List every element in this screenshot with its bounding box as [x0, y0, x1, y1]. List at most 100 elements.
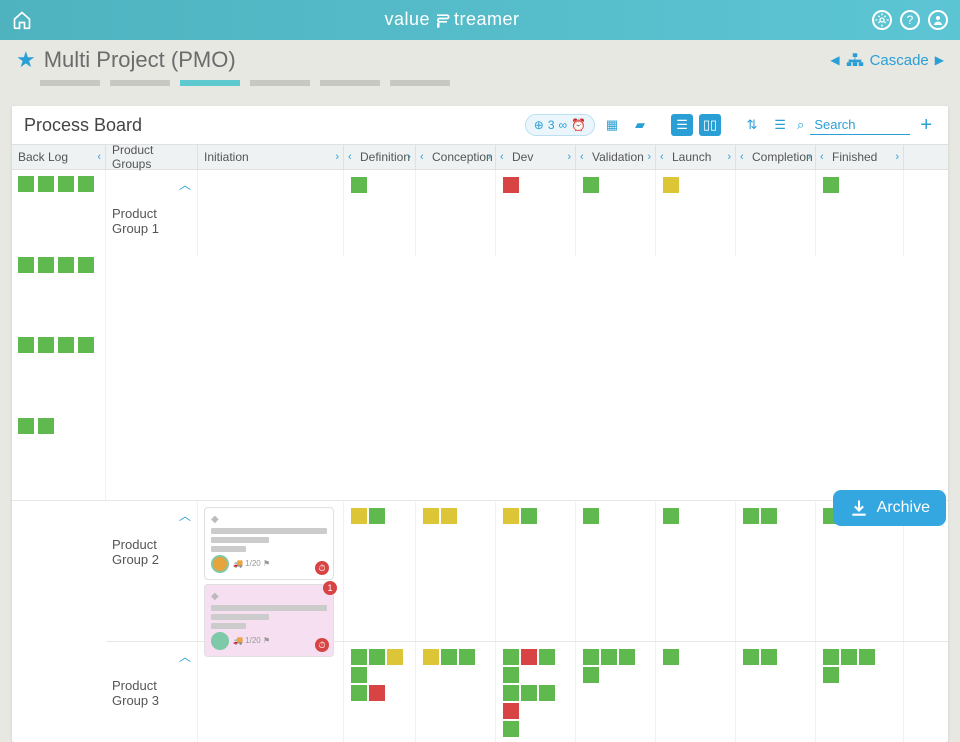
add-button[interactable]: + [916, 114, 936, 137]
settings-icon[interactable] [872, 10, 892, 30]
card-chip[interactable] [619, 649, 635, 665]
cascade-nav[interactable]: ◀ Cascade ▶ [830, 52, 944, 69]
card-chip[interactable] [583, 667, 599, 683]
list-view-icon[interactable]: ☰ [671, 114, 693, 136]
folder-icon[interactable]: ▰ [629, 114, 651, 136]
card-chip[interactable] [521, 685, 537, 701]
backlog-chip[interactable] [78, 337, 94, 353]
column-header[interactable]: ‹Completion› [736, 145, 816, 169]
backlog-chip[interactable] [38, 337, 54, 353]
column-view-icon[interactable]: ▯▯ [699, 114, 721, 136]
card-chip[interactable] [503, 177, 519, 193]
card-chip[interactable] [521, 649, 537, 665]
column-header[interactable]: ‹Dev› [496, 145, 576, 169]
cascade-prev-icon[interactable]: ◀ [830, 53, 839, 67]
card-chip[interactable] [441, 649, 457, 665]
avatar-icon [211, 555, 229, 573]
cascade-next-icon[interactable]: ▶ [935, 53, 944, 67]
card-chip[interactable] [369, 649, 385, 665]
card-chip[interactable] [823, 177, 839, 193]
column-header[interactable]: Back Log‹ [12, 145, 106, 169]
help-icon[interactable]: ? [900, 10, 920, 30]
backlog-chip[interactable] [38, 418, 54, 434]
star-icon[interactable]: ★ [16, 47, 36, 73]
card-chip[interactable] [503, 508, 519, 524]
tab-item[interactable] [390, 80, 450, 86]
backlog-chip[interactable] [18, 418, 34, 434]
card-chip[interactable] [743, 508, 759, 524]
card-chip[interactable] [369, 508, 385, 524]
collapse-icon[interactable]: ︿ [179, 176, 191, 193]
card-chip[interactable] [823, 667, 839, 683]
card-chip[interactable] [423, 649, 439, 665]
tab-item[interactable] [180, 80, 240, 86]
user-icon[interactable] [928, 10, 948, 30]
filter-icon[interactable]: ☰ [769, 114, 791, 136]
card-chip[interactable] [387, 649, 403, 665]
filter-pill[interactable]: ⊕ 3 ∞ ⏰ [525, 114, 595, 136]
column-header[interactable]: ‹Definition› [344, 145, 416, 169]
search-input[interactable] [810, 115, 910, 135]
sort-icon[interactable]: ⇅ [741, 114, 763, 136]
grid-view-icon[interactable]: ▦ [601, 114, 623, 136]
column-header[interactable]: Product Groups [106, 145, 198, 169]
card-chip[interactable] [351, 508, 367, 524]
home-icon[interactable] [12, 10, 32, 30]
backlog-chip[interactable] [58, 337, 74, 353]
backlog-chip[interactable] [58, 176, 74, 192]
column-header[interactable]: ‹Conception› [416, 145, 496, 169]
backlog-chip[interactable] [58, 257, 74, 273]
card-chip[interactable] [761, 508, 777, 524]
card-chip[interactable] [503, 667, 519, 683]
card-chip[interactable] [369, 685, 385, 701]
backlog-chip[interactable] [38, 176, 54, 192]
tab-item[interactable] [320, 80, 380, 86]
column-header[interactable]: ‹Finished› [816, 145, 904, 169]
archive-label: Archive [877, 499, 930, 517]
collapse-icon[interactable]: ︿ [179, 648, 191, 665]
card-chip[interactable] [503, 721, 519, 737]
card-chip[interactable] [583, 508, 599, 524]
card-chip[interactable] [351, 685, 367, 701]
card-chip[interactable] [841, 649, 857, 665]
card-chip[interactable] [351, 667, 367, 683]
card-chip[interactable] [539, 685, 555, 701]
card-chip[interactable] [823, 649, 839, 665]
backlog-chip[interactable] [18, 176, 34, 192]
card-chip[interactable] [351, 649, 367, 665]
column-header[interactable]: ‹Validation› [576, 145, 656, 169]
card-chip[interactable] [503, 685, 519, 701]
backlog-chip[interactable] [18, 257, 34, 273]
tab-item[interactable] [40, 80, 100, 86]
card-chip[interactable] [743, 649, 759, 665]
card-chip[interactable] [423, 508, 439, 524]
tab-item[interactable] [250, 80, 310, 86]
card-chip[interactable] [663, 177, 679, 193]
column-header[interactable]: Initiation› [198, 145, 344, 169]
card-chip[interactable] [441, 508, 457, 524]
card-chip[interactable] [583, 649, 599, 665]
backlog-chip[interactable] [38, 257, 54, 273]
tab-item[interactable] [110, 80, 170, 86]
archive-button[interactable]: Archive [833, 490, 946, 526]
card-chip[interactable] [859, 649, 875, 665]
card-chip[interactable] [601, 649, 617, 665]
task-card[interactable]: ◆🚚 1/20 ⚑⏱ [204, 507, 334, 580]
card-chip[interactable] [459, 649, 475, 665]
card-chip[interactable] [583, 177, 599, 193]
card-chip[interactable] [503, 649, 519, 665]
backlog-chip[interactable] [78, 176, 94, 192]
card-chip[interactable] [539, 649, 555, 665]
card-chip[interactable] [521, 508, 537, 524]
collapse-icon[interactable]: ︿ [179, 507, 191, 524]
backlog-chip[interactable] [18, 337, 34, 353]
cascade-label: Cascade [870, 52, 929, 69]
backlog-chip[interactable] [78, 257, 94, 273]
card-chip[interactable] [663, 508, 679, 524]
card-chip[interactable] [503, 703, 519, 719]
card-chip[interactable] [761, 649, 777, 665]
column-header[interactable]: ‹Launch› [656, 145, 736, 169]
card-chip[interactable] [663, 649, 679, 665]
alarm-icon: ⏰ [571, 118, 586, 132]
card-chip[interactable] [351, 177, 367, 193]
